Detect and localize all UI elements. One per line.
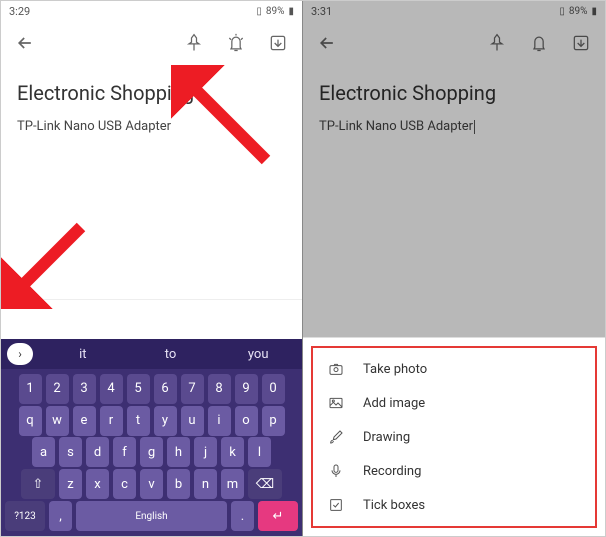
key[interactable]: x [86,469,109,499]
key[interactable]: 0 [262,374,285,404]
key[interactable]: 2 [46,374,69,404]
key[interactable]: 6 [154,374,177,404]
key[interactable]: l [248,437,271,467]
key[interactable]: q [19,406,42,436]
key[interactable]: v [140,469,163,499]
key[interactable]: o [235,406,258,436]
key[interactable]: h [167,437,190,467]
checkbox-icon [327,497,345,513]
expand-suggestions-icon[interactable]: › [7,343,33,365]
key[interactable]: s [59,437,82,467]
add-menu-sheet: Take photo Add image Drawing [303,337,605,536]
menu-label: Recording [363,464,421,479]
annotation-arrow [1,219,91,309]
archive-icon[interactable] [268,33,288,53]
note-title[interactable]: Electronic Shopping [17,81,286,105]
shift-key[interactable]: ⇧ [21,469,55,499]
suggestion[interactable]: to [127,347,215,362]
menu-label: Add image [363,396,425,411]
camera-icon [327,361,345,377]
period-key[interactable]: . [231,501,254,531]
space-key[interactable]: English [76,501,227,531]
menu-label: Tick boxes [363,498,425,513]
key[interactable]: 7 [181,374,204,404]
menu-tick-boxes[interactable]: Tick boxes [313,488,595,522]
menu-recording[interactable]: Recording [313,454,595,488]
key-row-1: q w e r t y u i o p [5,406,298,436]
key[interactable]: d [86,437,109,467]
key[interactable]: 3 [73,374,96,404]
key[interactable]: c [113,469,136,499]
pin-icon[interactable] [184,33,204,53]
key[interactable]: w [46,406,69,436]
back-arrow-icon[interactable] [15,33,35,53]
key[interactable]: g [140,437,163,467]
key[interactable]: t [127,406,150,436]
key[interactable]: j [194,437,217,467]
phone-right: 3:31 ▯89%▮ [303,1,605,536]
brush-icon [327,429,345,445]
key[interactable]: 1 [19,374,42,404]
key[interactable]: r [100,406,123,436]
note-body[interactable]: TP-Link Nano USB Adapter [17,119,286,134]
suggestion[interactable]: you [214,347,302,362]
key[interactable]: 5 [127,374,150,404]
key-row-3: ⇧ z x c v b n m ⌫ [5,469,298,499]
menu-add-image[interactable]: Add image [313,386,595,420]
key[interactable]: a [32,437,55,467]
key[interactable]: 8 [208,374,231,404]
key[interactable]: f [113,437,136,467]
backspace-key[interactable]: ⌫ [248,469,282,499]
microphone-icon [327,463,345,479]
key-row-2: a s d f g h j k l [5,437,298,467]
annotation-arrow [171,65,271,165]
key[interactable]: y [154,406,177,436]
status-icons: ▯89%▮ [256,6,294,17]
suggestion[interactable]: it [39,347,127,362]
comma-key[interactable]: , [49,501,72,531]
app-bar [1,21,302,65]
key[interactable]: k [221,437,244,467]
key[interactable]: p [262,406,285,436]
key[interactable]: 4 [100,374,123,404]
key[interactable]: b [167,469,190,499]
key[interactable]: n [194,469,217,499]
menu-take-photo[interactable]: Take photo [313,352,595,386]
reminder-bell-icon[interactable] [226,33,246,53]
key-row-numbers: 1 2 3 4 5 6 7 8 9 0 [5,374,298,404]
key-row-4: ?123 , English . ↵ [5,501,298,531]
suggestion-row: › it to you [1,339,302,369]
key[interactable]: i [208,406,231,436]
bottom-toolbar [1,299,302,339]
phone-left: 3:29 ▯89%▮ Electronic Shop [1,1,303,536]
key[interactable]: z [59,469,82,499]
annotation-highlight: Take photo Add image Drawing [311,346,597,528]
clock: 3:29 [9,5,30,18]
note-content[interactable]: Electronic Shopping TP-Link Nano USB Ada… [1,65,302,299]
key[interactable]: 9 [235,374,258,404]
menu-drawing[interactable]: Drawing [313,420,595,454]
enter-key[interactable]: ↵ [258,501,298,531]
menu-label: Drawing [363,430,410,445]
soft-keyboard[interactable]: › it to you 1 2 3 4 5 6 7 8 9 0 [1,339,302,536]
image-icon [327,395,345,411]
key[interactable]: u [181,406,204,436]
menu-label: Take photo [363,362,427,377]
dim-overlay[interactable] [303,1,605,337]
status-bar: 3:29 ▯89%▮ [1,1,302,21]
key[interactable]: e [73,406,96,436]
key[interactable]: m [221,469,244,499]
symbols-key[interactable]: ?123 [5,501,45,531]
